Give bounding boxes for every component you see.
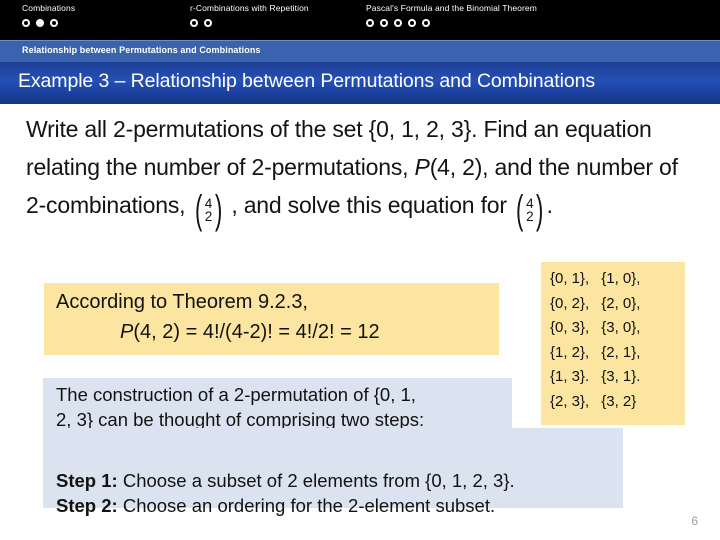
- question-part-4: .: [546, 192, 553, 218]
- page-number: 6: [691, 514, 698, 528]
- left-paren-glyph: (: [515, 187, 524, 232]
- slide-title-bar: Example 3 – Relationship between Permuta…: [0, 62, 720, 104]
- steps-callout-box: Step 1: Choose a subset of 2 elements fr…: [43, 428, 623, 516]
- table-row: {0, 3}, {3, 0},: [550, 316, 640, 341]
- section-subheader-bar: Relationship between Permutations and Co…: [0, 40, 720, 63]
- nav-group-title: Combinations: [22, 3, 76, 13]
- right-paren-glyph: ): [214, 187, 223, 232]
- left-paren-glyph: (: [194, 187, 202, 232]
- table-row: {1, 2}, {2, 1},: [550, 341, 640, 366]
- permutation-cell-right: {3, 0},: [601, 319, 641, 336]
- theorem-callout-box: According to Theorem 9.2.3, P(4, 2) = 4!…: [44, 283, 499, 355]
- table-row: {0, 2}, {2, 0},: [550, 292, 640, 317]
- permutation-formula: (4, 2) = 4!/(4-2)! = 4!/2! = 12: [133, 321, 380, 343]
- nav-group-title: r-Combinations with Repetition: [190, 3, 309, 13]
- nav-dot[interactable]: [190, 19, 198, 27]
- binomial-top: 4: [204, 195, 213, 211]
- binomial-values: 42: [526, 195, 534, 224]
- permutation-list-table: {0, 1}, {1, 0}, {0, 2}, {2, 0}, {0, 3}, …: [550, 267, 640, 414]
- theorem-callout-line-2: P(4, 2) = 4!/(4-2)! = 4!/2! = 12: [120, 321, 380, 344]
- top-navigation-bar: Combinations r-Combinations with Repetit…: [0, 0, 720, 40]
- nav-group-combinations[interactable]: Combinations: [22, 3, 75, 27]
- nav-group-r-combinations-with-repetition[interactable]: r-Combinations with Repetition: [190, 3, 309, 27]
- step-1-label: Step 1:: [56, 470, 118, 491]
- question-text: Write all 2-permutations of the set {0, …: [26, 110, 698, 232]
- permutation-cell-left: {1, 3}.: [550, 368, 590, 385]
- permutation-cell-right: {2, 1},: [601, 343, 641, 361]
- nav-dot[interactable]: [204, 19, 212, 27]
- step-1-line: Step 1: Choose a subset of 2 elements fr…: [56, 470, 515, 492]
- step-2-line: Step 2: Choose an ordering for the 2-ele…: [56, 495, 495, 517]
- binomial-coefficient-inline-2: (4 2): [513, 187, 547, 232]
- nav-dot[interactable]: [408, 19, 416, 27]
- permutation-function-args: (4, 2): [429, 154, 483, 180]
- step-2-label: Step 2:: [56, 495, 118, 516]
- permutation-cell-left: {0, 3},: [550, 319, 590, 336]
- permutation-cell-right: {2, 0},: [601, 294, 641, 312]
- permutation-cell-right: {1, 0},: [601, 270, 641, 287]
- table-row: {0, 1}, {1, 0},: [550, 267, 640, 292]
- permutation-cell-left: {2, 3},: [550, 392, 590, 410]
- construction-callout-box: The construction of a 2-permutation of {…: [43, 378, 512, 430]
- step-1-text: Choose a subset of 2 elements from {0, 1…: [117, 470, 515, 491]
- theorem-callout-line-1: According to Theorem 9.2.3,: [56, 291, 308, 313]
- nav-dot[interactable]: [394, 19, 402, 27]
- permutation-cell-left: {0, 2},: [550, 294, 590, 312]
- binomial-bottom: 2: [526, 208, 534, 224]
- permutation-cell-right: {3, 2}: [601, 392, 637, 410]
- nav-dot-list: [190, 19, 309, 27]
- nav-dot-list: [22, 19, 75, 27]
- binomial-values: 42: [204, 195, 213, 224]
- nav-dot-active[interactable]: [36, 19, 44, 27]
- permutation-cell-right: {3, 1}.: [601, 368, 641, 385]
- nav-dot[interactable]: [422, 19, 430, 27]
- nav-dot[interactable]: [380, 19, 388, 27]
- nav-group-title: Pascal's Formula and the Binomial Theore…: [366, 3, 537, 13]
- permutation-function-symbol: P: [414, 154, 430, 180]
- question-part-3: , and solve this equation for: [225, 192, 513, 218]
- permutation-cell-left: {0, 1},: [550, 270, 590, 287]
- step-2-text: Choose an ordering for the 2-element sub…: [117, 495, 496, 516]
- permutation-function-symbol: P: [120, 321, 134, 343]
- table-row: {2, 3}, {3, 2}: [550, 390, 640, 415]
- nav-dot[interactable]: [366, 19, 374, 27]
- page-title: Example 3 – Relationship between Permuta…: [18, 70, 595, 92]
- nav-dot[interactable]: [50, 19, 58, 27]
- binomial-top: 4: [526, 195, 534, 211]
- nav-dot[interactable]: [22, 19, 30, 27]
- nav-group-pascals-formula[interactable]: Pascal's Formula and the Binomial Theore…: [366, 3, 537, 27]
- permutation-cell-left: {1, 2},: [550, 343, 590, 361]
- right-paren-glyph: ): [536, 187, 544, 232]
- binomial-bottom: 2: [204, 208, 213, 224]
- construction-line-1: The construction of a 2-permutation of {…: [56, 384, 416, 405]
- permutation-list-box: {0, 1}, {1, 0}, {0, 2}, {2, 0}, {0, 3}, …: [541, 262, 685, 425]
- section-subheader-label: Relationship between Permutations and Co…: [22, 45, 261, 55]
- table-row: {1, 3}. {3, 1}.: [550, 365, 640, 390]
- nav-dot-list: [366, 19, 537, 27]
- binomial-coefficient-inline-1: (4 2): [192, 187, 226, 232]
